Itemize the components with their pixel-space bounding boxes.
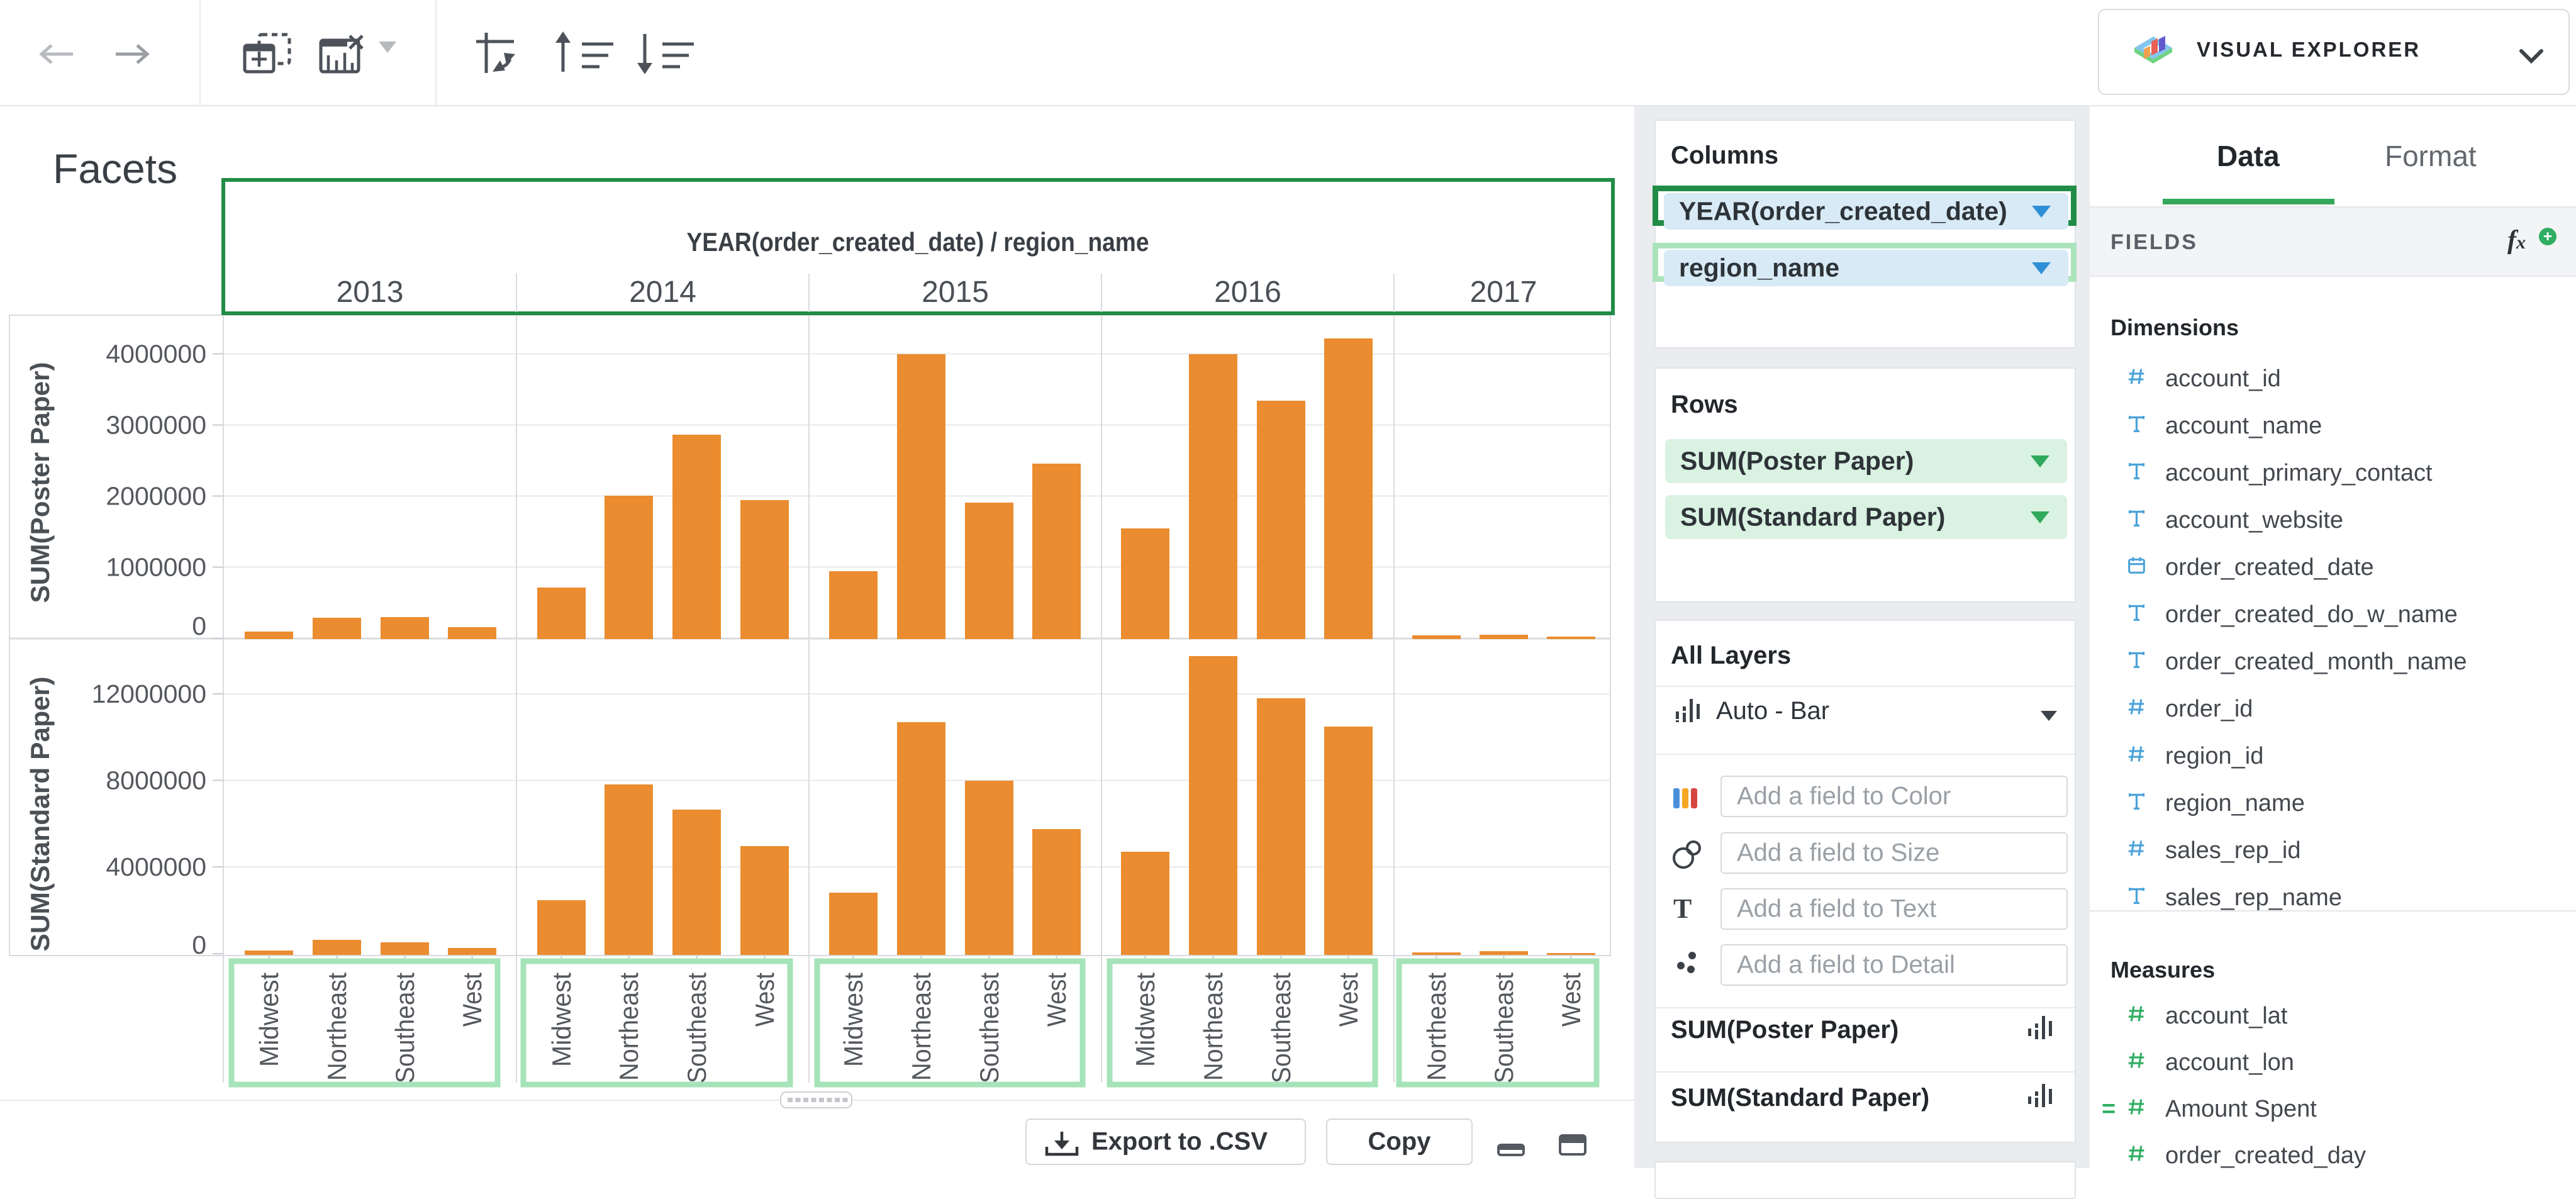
svg-text:2016: 2016 xyxy=(1214,276,1281,309)
svg-text:SUM(Standard Paper): SUM(Standard Paper) xyxy=(25,677,55,952)
svg-text:8000000: 8000000 xyxy=(106,766,206,795)
svg-text:1000000: 1000000 xyxy=(106,553,206,582)
svg-text:0: 0 xyxy=(192,611,206,640)
svg-text:Midwest: Midwest xyxy=(547,973,576,1067)
svg-text:West: West xyxy=(457,973,487,1027)
svg-text:West: West xyxy=(1334,973,1363,1027)
svg-text:4000000: 4000000 xyxy=(106,340,206,369)
svg-text:2013: 2013 xyxy=(337,276,404,309)
svg-text:Northeast: Northeast xyxy=(322,973,352,1081)
svg-text:Southeast: Southeast xyxy=(1266,973,1296,1083)
svg-text:Northeast: Northeast xyxy=(906,973,936,1081)
svg-text:Southeast: Southeast xyxy=(974,973,1004,1083)
svg-text:Northeast: Northeast xyxy=(614,973,644,1081)
svg-text:West: West xyxy=(1556,973,1586,1027)
svg-text:Northeast: Northeast xyxy=(1198,973,1228,1081)
svg-text:Southeast: Southeast xyxy=(1489,973,1519,1083)
svg-text:SUM(Poster Paper): SUM(Poster Paper) xyxy=(25,362,55,603)
svg-text:2014: 2014 xyxy=(629,276,696,309)
svg-text:Facets: Facets xyxy=(53,145,177,192)
svg-text:Southeast: Southeast xyxy=(390,973,420,1083)
svg-text:Southeast: Southeast xyxy=(682,973,711,1083)
svg-text:Midwest: Midwest xyxy=(254,973,284,1067)
svg-text:YEAR(order_created_date) / reg: YEAR(order_created_date) / region_name xyxy=(687,227,1149,257)
svg-text:12000000: 12000000 xyxy=(92,679,206,708)
svg-text:4000000: 4000000 xyxy=(106,852,206,881)
svg-text:0: 0 xyxy=(192,930,206,959)
svg-text:Northeast: Northeast xyxy=(1422,973,1451,1081)
svg-text:West: West xyxy=(750,973,779,1027)
svg-text:West: West xyxy=(1042,973,1071,1027)
svg-text:Midwest: Midwest xyxy=(839,973,868,1067)
svg-text:Midwest: Midwest xyxy=(1130,973,1160,1067)
svg-text:2000000: 2000000 xyxy=(106,482,206,511)
svg-text:3000000: 3000000 xyxy=(106,411,206,440)
svg-text:2015: 2015 xyxy=(922,276,989,309)
svg-text:2017: 2017 xyxy=(1470,276,1537,309)
